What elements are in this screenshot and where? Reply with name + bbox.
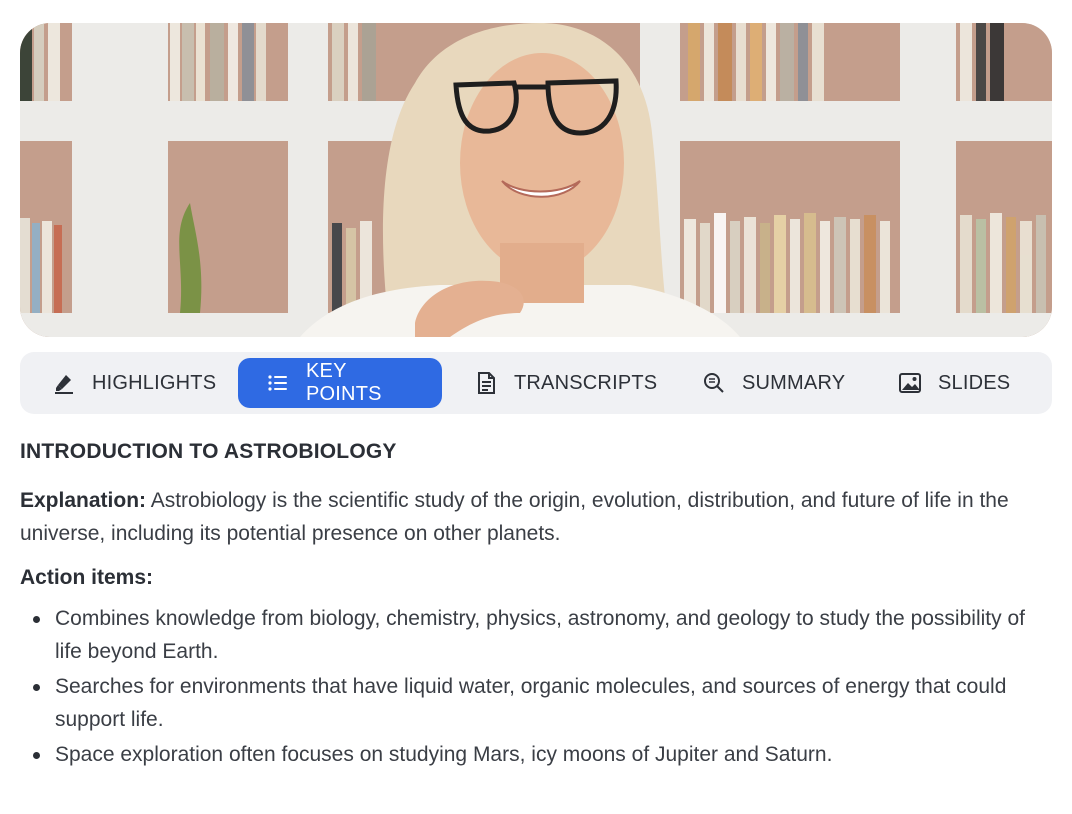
video-thumbnail xyxy=(20,23,1052,337)
tab-key-points[interactable]: KEY POINTS xyxy=(238,358,442,408)
key-points-content: INTRODUCTION TO ASTROBIOLOGY Explanation… xyxy=(20,440,1055,773)
action-items-list: Combines knowledge from biology, chemist… xyxy=(20,602,1055,771)
tab-slides[interactable]: SLIDES xyxy=(870,358,1032,408)
explanation-label: Explanation: xyxy=(20,489,147,512)
list-item: Space exploration often focuses on study… xyxy=(20,738,1055,771)
tab-bar: HIGHLIGHTS KEY POINTS TRANSCRIPTS SUMMAR… xyxy=(20,352,1052,414)
search-document-icon xyxy=(702,371,726,395)
highlighter-icon xyxy=(52,371,76,395)
document-icon xyxy=(474,371,498,395)
image-icon xyxy=(898,371,922,395)
tab-highlights[interactable]: HIGHLIGHTS xyxy=(24,358,238,408)
tab-label: TRANSCRIPTS xyxy=(514,371,658,394)
tab-label: HIGHLIGHTS xyxy=(92,371,217,394)
list-item: Combines knowledge from biology, chemist… xyxy=(20,602,1055,668)
tab-label: SLIDES xyxy=(938,371,1011,394)
action-items-title: Action items: xyxy=(20,566,154,589)
list-icon xyxy=(266,371,290,395)
section-title: INTRODUCTION TO ASTROBIOLOGY xyxy=(20,440,397,463)
explanation-text: Astrobiology is the scientific study of … xyxy=(20,489,1009,545)
explanation: Explanation: Astrobiology is the scienti… xyxy=(20,484,1055,550)
tab-label: SUMMARY xyxy=(742,371,846,394)
video-player[interactable] xyxy=(20,23,1052,337)
tab-label: KEY POINTS xyxy=(306,360,382,405)
list-item: Searches for environments that have liqu… xyxy=(20,670,1055,736)
tab-summary[interactable]: SUMMARY xyxy=(674,358,867,408)
tab-transcripts[interactable]: TRANSCRIPTS xyxy=(446,358,679,408)
